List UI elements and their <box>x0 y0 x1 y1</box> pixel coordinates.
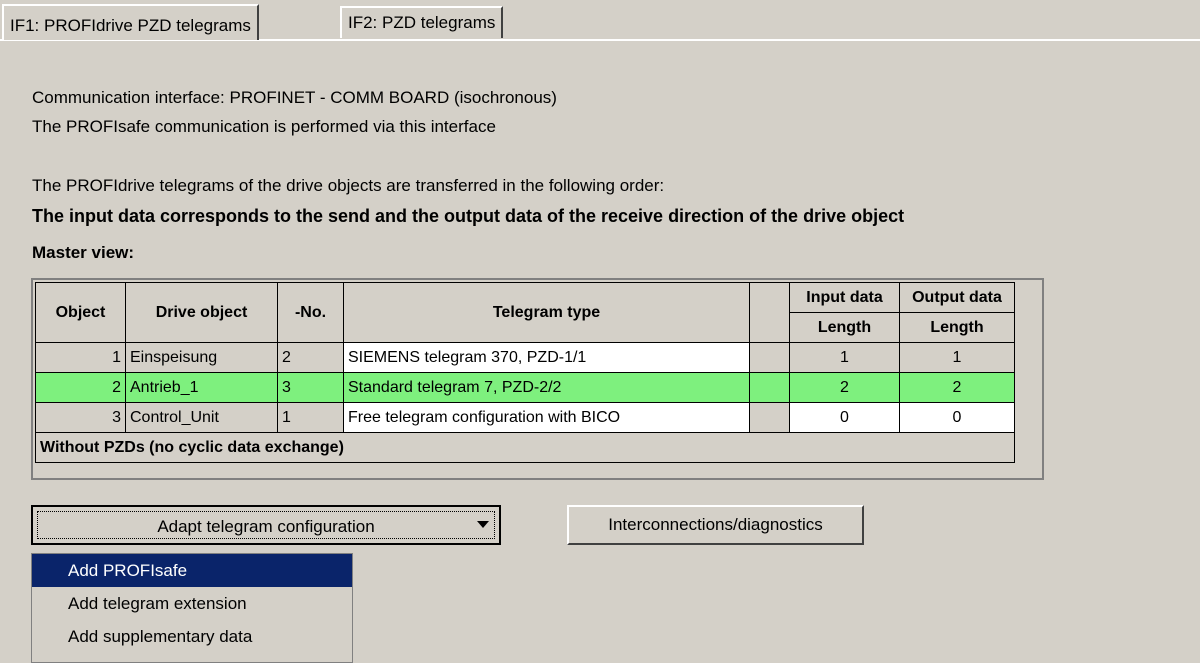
tab-if2-pzd[interactable]: IF2: PZD telegrams <box>340 6 504 38</box>
table-footer: Without PZDs (no cyclic data exchange) <box>35 432 1015 463</box>
telegram-table: Object Drive object -No. Telegram type I… <box>35 282 1015 463</box>
cell-object: 3 <box>35 402 126 433</box>
header-output-data: Output data <box>899 282 1015 313</box>
header-telegram-type: Telegram type <box>343 282 750 343</box>
master-view-label: Master view: <box>32 243 135 262</box>
interface-info-text: Communication interface: PROFINET - COMM… <box>32 88 557 107</box>
dropdown-arrow-icon <box>477 521 489 528</box>
cell-output-length: 2 <box>899 372 1015 403</box>
cell-input-length: 2 <box>789 372 900 403</box>
cell-blank <box>749 372 790 403</box>
cell-blank <box>749 402 790 433</box>
cell-drive-object: Control_Unit <box>125 402 278 433</box>
menu-item-add-profisafe[interactable]: Add PROFIsafe <box>32 554 352 587</box>
cell-output-length[interactable]: 0 <box>899 402 1015 433</box>
adapt-telegram-label: Adapt telegram configuration <box>37 511 495 539</box>
header-object: Object <box>35 282 126 343</box>
table-row[interactable]: 1 Einspeisung 2 SIEMENS telegram 370, PZ… <box>35 342 1015 373</box>
interconnections-button[interactable]: Interconnections/diagnostics <box>567 505 864 545</box>
cell-telegram-type[interactable]: SIEMENS telegram 370, PZD-1/1 <box>343 342 750 373</box>
profisafe-info-text: The PROFIsafe communication is performed… <box>32 117 496 136</box>
tab-if1-profidrive[interactable]: IF1: PROFIdrive PZD telegrams <box>2 4 259 40</box>
cell-drive-object: Antrieb_1 <box>125 372 278 403</box>
table-row[interactable]: 3 Control_Unit 1 Free telegram configura… <box>35 402 1015 433</box>
menu-item-add-supplementary-data[interactable]: Add supplementary data <box>32 620 352 653</box>
cell-telegram-type[interactable]: Standard telegram 7, PZD-2/2 <box>343 372 750 403</box>
cell-object: 1 <box>35 342 126 373</box>
header-output-length: Length <box>899 312 1015 343</box>
direction-note: The input data corresponds to the send a… <box>32 206 905 226</box>
header-blank <box>749 282 790 343</box>
header-input-data: Input data <box>789 282 900 313</box>
cell-drive-object: Einspeisung <box>125 342 278 373</box>
table-row-selected[interactable]: 2 Antrieb_1 3 Standard telegram 7, PZD-2… <box>35 372 1015 403</box>
cell-telegram-type[interactable]: Free telegram configuration with BICO <box>343 402 750 433</box>
cell-blank <box>749 342 790 373</box>
cell-output-length: 1 <box>899 342 1015 373</box>
telegram-table-frame: Object Drive object -No. Telegram type I… <box>31 278 1044 480</box>
cell-number[interactable]: 1 <box>277 402 344 433</box>
adapt-telegram-menu: Add PROFIsafe Add telegram extension Add… <box>31 553 353 663</box>
cell-input-length[interactable]: 0 <box>789 402 900 433</box>
cell-object: 2 <box>35 372 126 403</box>
menu-item-add-telegram-extension[interactable]: Add telegram extension <box>32 587 352 620</box>
header-drive-object: Drive object <box>125 282 278 343</box>
adapt-telegram-button[interactable]: Adapt telegram configuration <box>31 505 501 545</box>
header-number: -No. <box>277 282 344 343</box>
cell-number[interactable]: 2 <box>277 342 344 373</box>
cell-number[interactable]: 3 <box>277 372 344 403</box>
order-info-text: The PROFIdrive telegrams of the drive ob… <box>32 176 665 195</box>
cell-input-length: 1 <box>789 342 900 373</box>
header-input-length: Length <box>789 312 900 343</box>
